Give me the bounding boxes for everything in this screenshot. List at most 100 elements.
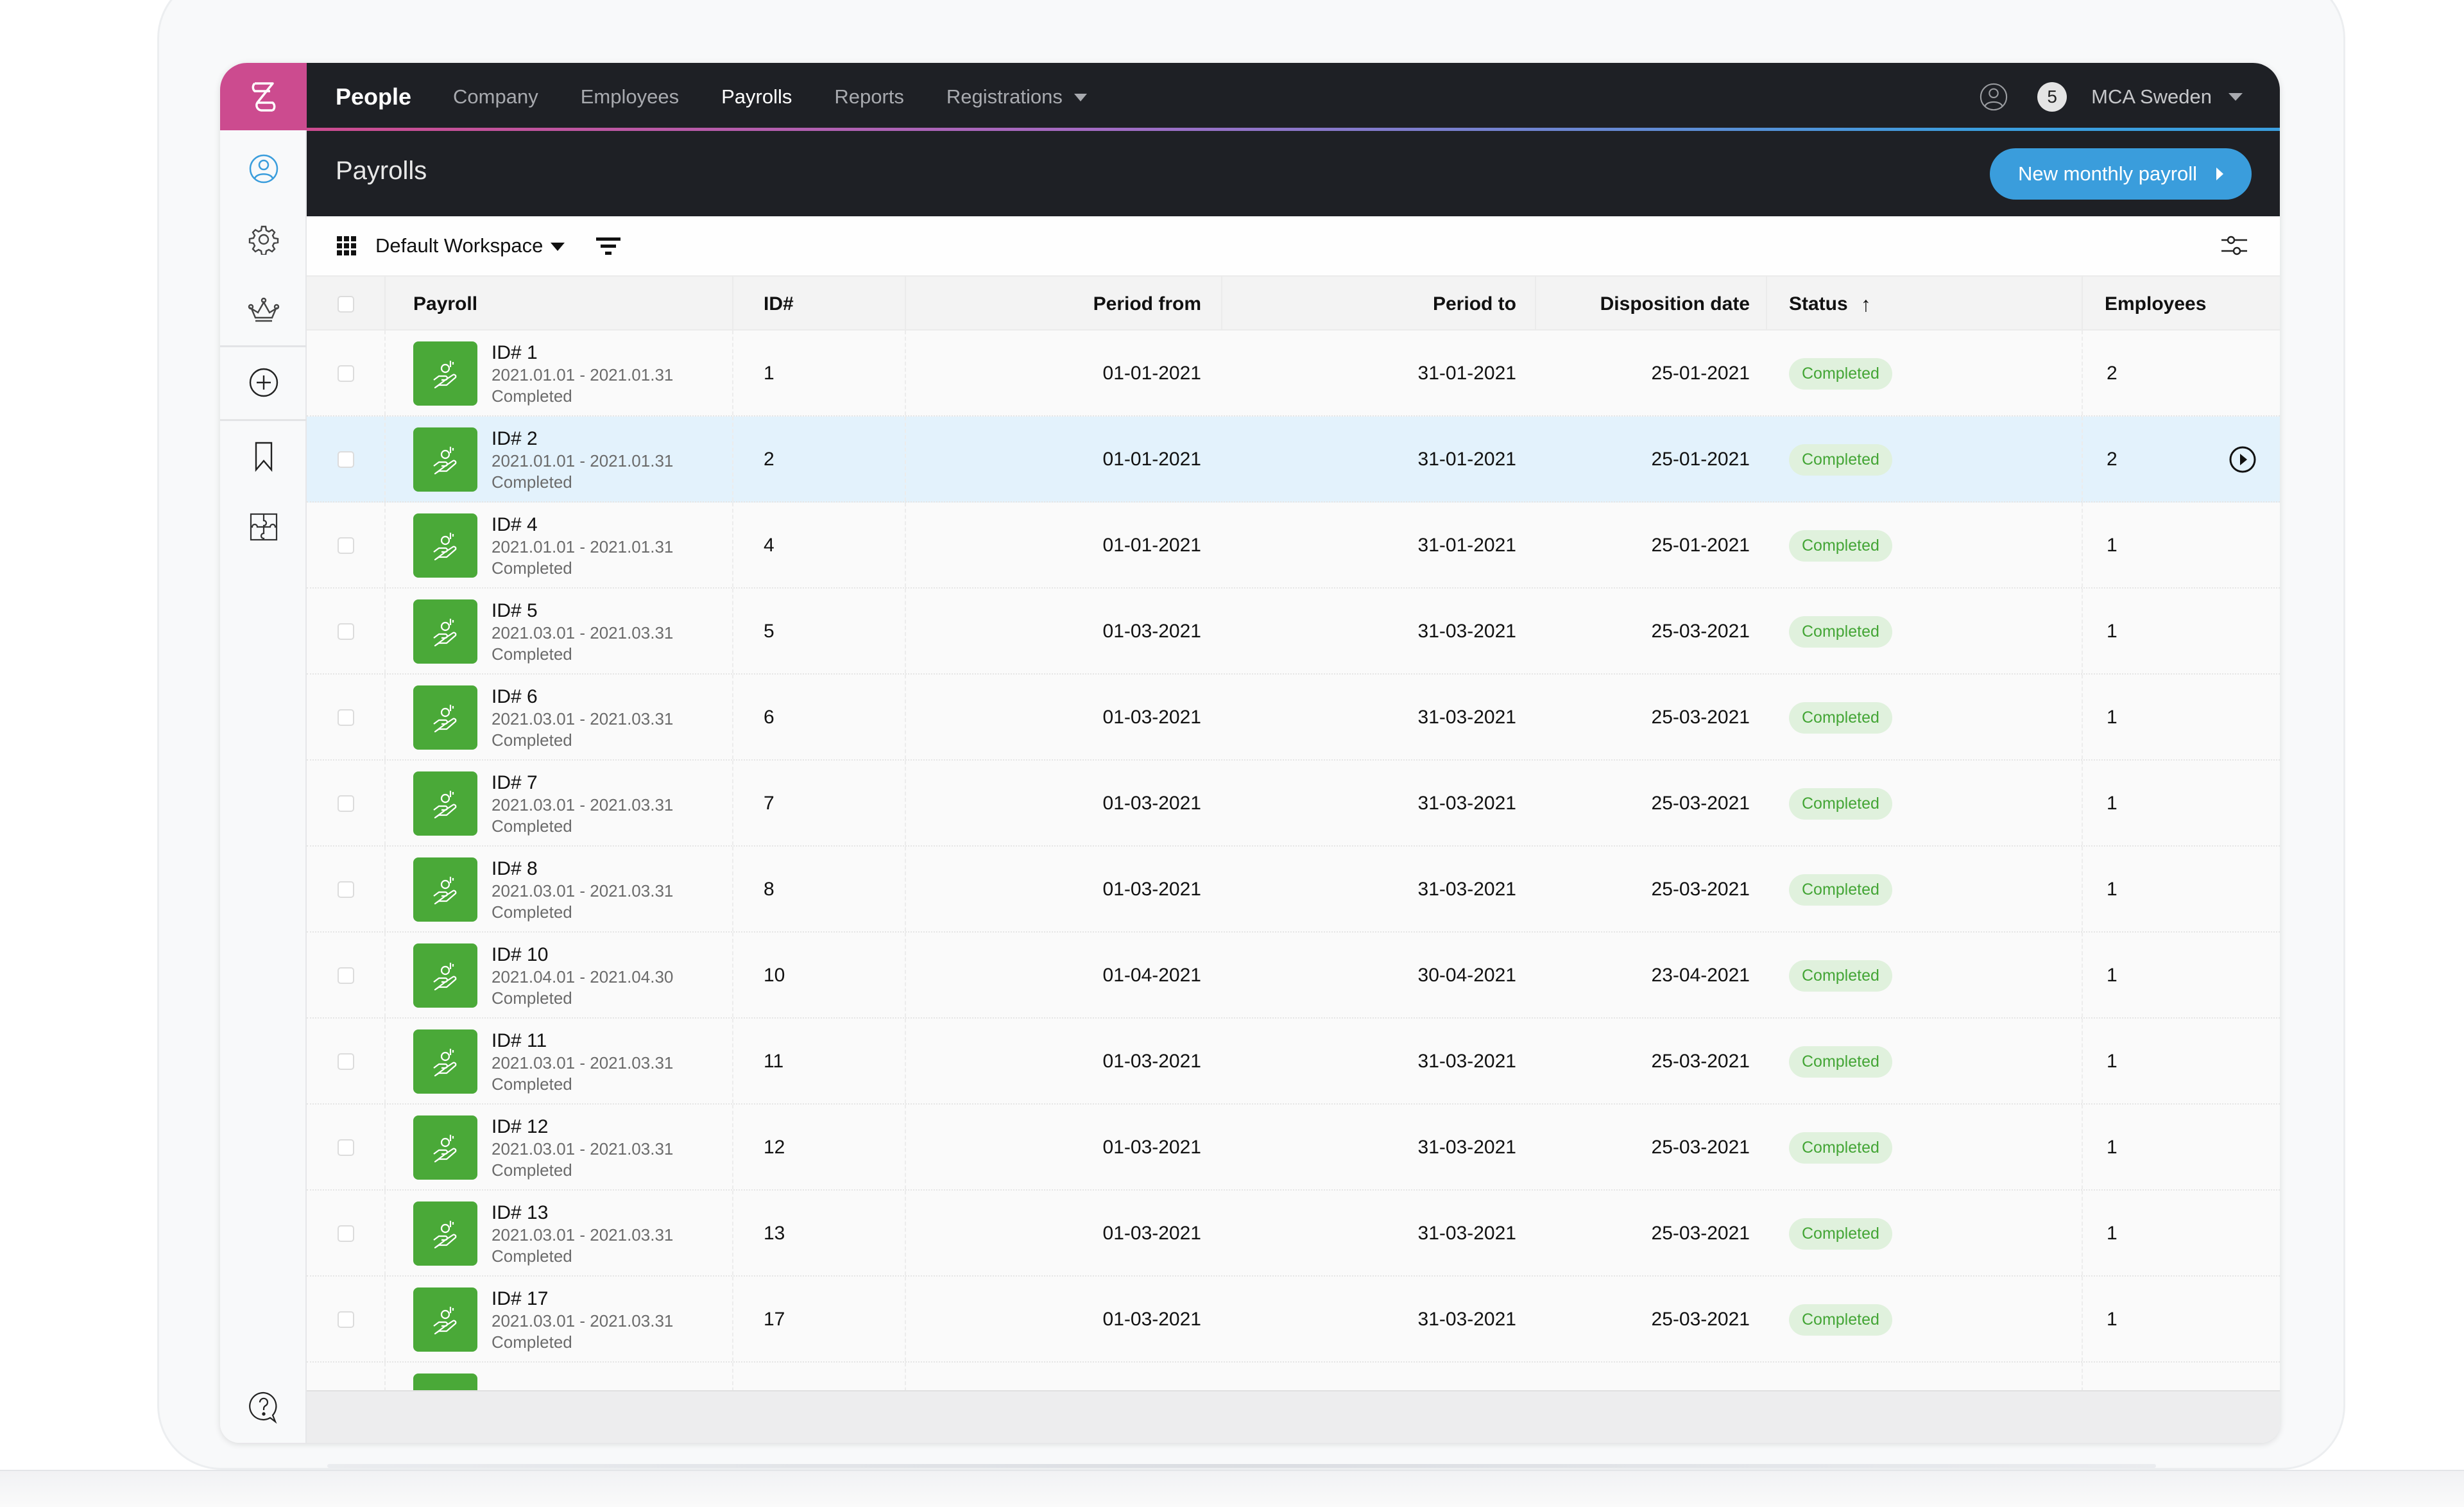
row-checkbox[interactable] [338, 881, 354, 898]
row-checkbox[interactable] [338, 623, 354, 640]
app-logo[interactable] [220, 63, 307, 130]
apps-grid-icon[interactable] [337, 236, 356, 255]
column-header-period-from[interactable]: Period from [905, 277, 1201, 332]
sidebar-item-people[interactable] [220, 133, 307, 204]
disposition-date-cell: 25-01-2021 [1651, 363, 1750, 384]
table-row[interactable]: ID# 8 2021.03.01 - 2021.03.31 Completed … [307, 847, 2280, 933]
column-header-disposition-date[interactable]: Disposition date [1535, 277, 1750, 332]
table-row[interactable]: ID# 7 2021.03.01 - 2021.03.31 Completed … [307, 761, 2280, 847]
payroll-cell[interactable]: ID# 7 2021.03.01 - 2021.03.31 Completed [413, 761, 673, 847]
row-checkbox[interactable] [338, 1053, 354, 1070]
sidebar-item-integrations[interactable] [220, 492, 307, 562]
payroll-cell[interactable]: ID# 2 2021.01.01 - 2021.01.31 Completed [413, 417, 673, 503]
payroll-hand-icon [433, 1049, 457, 1077]
nav-item-company[interactable]: Company [453, 85, 538, 108]
sliders-icon[interactable] [2221, 234, 2248, 257]
disposition-date-cell: 25-01-2021 [1651, 535, 1750, 556]
row-checkbox-cell [338, 847, 354, 933]
user-profile-icon[interactable] [1979, 82, 2008, 112]
select-all-checkbox[interactable] [338, 296, 354, 313]
table-row[interactable]: ID# 5 2021.03.01 - 2021.03.31 Completed … [307, 589, 2280, 675]
column-header-period-to[interactable]: Period to [1221, 277, 1516, 332]
table-row[interactable]: ID# 10 2021.04.01 - 2021.04.30 Completed… [307, 933, 2280, 1019]
help-button[interactable] [220, 1372, 307, 1443]
nav-item-payrolls[interactable]: Payrolls [721, 85, 792, 108]
row-checkbox[interactable] [338, 709, 354, 726]
table-row[interactable]: ID# 12 2021.03.01 - 2021.03.31 Completed… [307, 1105, 2280, 1191]
sidebar-item-bookmarks[interactable] [220, 421, 307, 492]
payroll-cell[interactable]: ID# 5 2021.03.01 - 2021.03.31 Completed [413, 589, 673, 675]
row-checkbox[interactable] [338, 365, 354, 382]
payroll-cell[interactable]: ID# 6 2021.03.01 - 2021.03.31 Completed [413, 675, 673, 761]
row-checkbox[interactable] [338, 795, 354, 812]
column-header-status[interactable]: Status ↑ [1789, 277, 1871, 332]
table-row[interactable]: ID# 17 2021.03.01 - 2021.03.31 Completed… [307, 1277, 2280, 1363]
period-to-cell: 31-03-2021 [1417, 879, 1516, 900]
sidebar-item-premium[interactable] [220, 275, 307, 345]
payroll-cell[interactable]: ID# 13 2021.03.01 - 2021.03.31 Completed [413, 1191, 673, 1277]
payroll-state: Completed [492, 472, 572, 492]
sidebar-item-add[interactable] [220, 347, 307, 418]
payroll-state: Completed [492, 1074, 572, 1094]
status-badge: Completed [1789, 1304, 1892, 1336]
chevron-down-icon[interactable] [2229, 92, 2243, 101]
payroll-cell[interactable]: ID# 17 2021.03.01 - 2021.03.31 Completed [413, 1277, 673, 1363]
sidebar-item-settings[interactable] [220, 204, 307, 275]
app-window: People Company Employees Payrolls Report… [220, 63, 2280, 1443]
payroll-date-range: 2021.03.01 - 2021.03.31 [492, 881, 674, 900]
workspace-selector[interactable]: Default Workspace [375, 234, 565, 257]
nav-item-reports[interactable]: Reports [834, 85, 904, 108]
payroll-cell[interactable]: ID# 10 2021.04.01 - 2021.04.30 Completed [413, 933, 673, 1019]
organization-selector[interactable]: MCA Sweden [2091, 85, 2212, 108]
disposition-date-cell: 25-03-2021 [1651, 879, 1750, 900]
payroll-cell[interactable]: ID# 12 2021.03.01 - 2021.03.31 Completed [413, 1105, 673, 1191]
sidebar [220, 63, 307, 1443]
nav-item-registrations[interactable]: Registrations [946, 85, 1087, 108]
row-checkbox[interactable] [338, 1139, 354, 1156]
period-from-cell: 01-03-2021 [1102, 879, 1201, 900]
table-row[interactable]: ID# 6 2021.03.01 - 2021.03.31 Completed … [307, 675, 2280, 761]
payroll-date-range: 2021.03.01 - 2021.03.31 [492, 1139, 674, 1158]
row-checkbox-cell [338, 1105, 354, 1191]
payroll-text: ID# 10 2021.04.01 - 2021.04.30 Completed [492, 944, 673, 1007]
bookmark-icon [255, 442, 272, 472]
payroll-cell[interactable]: ID# 4 2021.01.01 - 2021.01.31 Completed [413, 503, 673, 589]
row-checkbox[interactable] [338, 451, 354, 468]
payroll-cell[interactable]: ID# 1 2021.01.01 - 2021.01.31 Completed [413, 331, 673, 417]
table-row[interactable]: ID# 4 2021.01.01 - 2021.01.31 Completed … [307, 503, 2280, 589]
row-checkbox[interactable] [338, 967, 354, 984]
payroll-hand-icon [433, 877, 457, 905]
notification-count-badge[interactable]: 5 [2037, 82, 2067, 112]
column-header-employees[interactable]: Employees [2105, 277, 2206, 332]
period-from-cell: 01-03-2021 [1102, 1051, 1201, 1072]
filter-icon[interactable] [595, 236, 621, 255]
payroll-cell[interactable]: ID# 11 2021.03.01 - 2021.03.31 Completed [413, 1019, 673, 1105]
table-row[interactable]: ID# 2 2021.01.01 - 2021.01.31 Completed … [307, 417, 2280, 503]
row-checkbox[interactable] [338, 1311, 354, 1328]
disposition-date-cell: 23-04-2021 [1651, 965, 1750, 986]
payroll-state: Completed [492, 1160, 572, 1180]
module-title[interactable]: People [336, 83, 411, 110]
employees-cell: 1 [2107, 707, 2118, 728]
column-header-payroll[interactable]: Payroll [413, 277, 477, 332]
employees-cell: 1 [2107, 1051, 2118, 1072]
payroll-cell[interactable]: ID# 8 2021.03.01 - 2021.03.31 Completed [413, 847, 673, 933]
new-monthly-payroll-button[interactable]: New monthly payroll [1990, 148, 2252, 200]
row-checkbox[interactable] [338, 537, 354, 554]
column-header-id[interactable]: ID# [764, 277, 794, 332]
nav-item-employees[interactable]: Employees [581, 85, 679, 108]
payrolls-table: Payroll ID# Period from Period to Dispos… [307, 275, 2280, 1443]
payroll-state: Completed [492, 730, 572, 750]
row-checkbox[interactable] [338, 1225, 354, 1242]
open-row-icon[interactable] [2229, 445, 2257, 474]
employees-cell: 1 [2107, 1223, 2118, 1244]
payroll-tile [413, 1115, 477, 1180]
table-row[interactable]: ID# 11 2021.03.01 - 2021.03.31 Completed… [307, 1019, 2280, 1105]
help-icon [248, 1391, 277, 1424]
table-row[interactable]: ID# 13 2021.03.01 - 2021.03.31 Completed… [307, 1191, 2280, 1277]
id-cell: 7 [764, 793, 774, 814]
status-cell: Completed [1789, 1277, 1892, 1363]
payroll-tile [413, 1201, 477, 1266]
status-badge: Completed [1789, 443, 1892, 476]
table-row[interactable]: ID# 1 2021.01.01 - 2021.01.31 Completed … [307, 331, 2280, 417]
